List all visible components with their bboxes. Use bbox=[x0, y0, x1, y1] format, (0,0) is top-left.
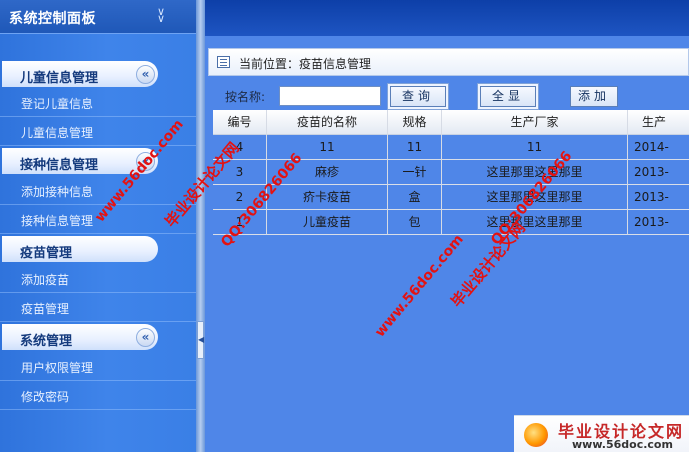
column-header[interactable]: 编号 bbox=[213, 110, 267, 135]
add-button[interactable]: 添加 bbox=[570, 86, 618, 107]
sidebar-item-vaccination-info[interactable]: 接种信息管理 bbox=[0, 205, 196, 234]
breadcrumb-text: 当前位置：疫苗信息管理 bbox=[239, 57, 372, 71]
search-input[interactable] bbox=[279, 86, 381, 106]
show-all-button[interactable]: 全显 bbox=[480, 86, 536, 107]
cell-production-date: 2013- bbox=[634, 190, 669, 204]
cell-spec: 包 bbox=[388, 210, 442, 235]
logo-mark-icon bbox=[524, 423, 548, 447]
table-row[interactable]: 4 11 11 11 2014- bbox=[213, 135, 689, 160]
section-vaccination-info[interactable]: 接种信息管理 « bbox=[2, 148, 158, 174]
search-label: 按名称: bbox=[225, 90, 266, 104]
logo-url: www.56doc.com bbox=[572, 438, 673, 451]
section-label: 接种信息管理 bbox=[20, 158, 99, 173]
cell-id: 2 bbox=[213, 185, 267, 210]
cell-manufacturer: 这里那里这里那里 bbox=[442, 185, 628, 210]
sidebar-item-add-vaccination[interactable]: 添加接种信息 bbox=[0, 176, 196, 205]
cell-spec: 盒 bbox=[388, 185, 442, 210]
column-header[interactable]: 规格 bbox=[388, 110, 442, 135]
breadcrumb: 当前位置：疫苗信息管理 bbox=[208, 48, 689, 76]
cell-production-date: 2014- bbox=[634, 140, 669, 154]
cell-production-date: 2013- bbox=[634, 165, 669, 179]
table-header-row: 编号 疫苗的名称 规格 生产厂家 生产 bbox=[213, 110, 689, 135]
table-row[interactable]: 3 麻疹 一针 这里那里这里那里 2013- bbox=[213, 160, 689, 185]
table-row[interactable]: 1 儿童疫苗 包 这里那里这里那里 2013- bbox=[213, 210, 689, 235]
double-chevron-left-icon[interactable]: « bbox=[136, 328, 155, 347]
cell-name: 11 bbox=[267, 135, 388, 160]
cell-production-date: 2013- bbox=[634, 215, 669, 229]
main-top-bar bbox=[205, 0, 689, 36]
section-vaccine-management[interactable]: 疫苗管理 bbox=[2, 236, 158, 262]
cell-spec: 11 bbox=[388, 135, 442, 160]
sidebar: 系统控制面板 ∨ ∨ 儿童信息管理 « 登记儿童信息 儿童信息管理 接种信息管理 … bbox=[0, 0, 196, 452]
cell-spec: 一针 bbox=[388, 160, 442, 185]
cell-id: 1 bbox=[213, 210, 267, 235]
splitter-toggle-arrow-icon[interactable]: ◀ bbox=[197, 321, 204, 359]
cell-manufacturer: 这里那里这里那里 bbox=[442, 160, 628, 185]
cell-id: 4 bbox=[213, 135, 267, 160]
column-header[interactable]: 疫苗的名称 bbox=[267, 110, 388, 135]
main-panel: 当前位置：疫苗信息管理 按名称: 查询 全显 添加 编号 疫苗的名称 规格 生产… bbox=[205, 0, 689, 452]
cell-id: 3 bbox=[213, 160, 267, 185]
sidebar-item-change-password[interactable]: 修改密码 bbox=[0, 381, 196, 410]
cell-name: 疥卡疫苗 bbox=[267, 185, 388, 210]
sidebar-item-vaccine-management[interactable]: 疫苗管理 bbox=[0, 293, 196, 322]
cell-manufacturer: 11 bbox=[442, 135, 628, 160]
sidebar-item-child-info[interactable]: 儿童信息管理 bbox=[0, 117, 196, 146]
site-logo: 毕业设计论文网 www.56doc.com bbox=[514, 415, 689, 452]
search-toolbar: 按名称: 查询 全显 添加 bbox=[225, 86, 689, 107]
cell-name: 儿童疫苗 bbox=[267, 210, 388, 235]
section-child-info[interactable]: 儿童信息管理 « bbox=[2, 61, 158, 87]
section-system-management[interactable]: 系统管理 « bbox=[2, 324, 158, 350]
document-icon bbox=[217, 56, 230, 68]
section-label: 疫苗管理 bbox=[20, 246, 73, 261]
sidebar-item-add-vaccine[interactable]: 添加疫苗 bbox=[0, 264, 196, 293]
splitter[interactable] bbox=[196, 0, 205, 452]
section-label: 儿童信息管理 bbox=[20, 71, 99, 86]
query-button[interactable]: 查询 bbox=[390, 86, 446, 107]
sidebar-item-user-permissions[interactable]: 用户权限管理 bbox=[0, 352, 196, 381]
double-chevron-left-icon[interactable]: « bbox=[136, 152, 155, 171]
section-label: 系统管理 bbox=[20, 334, 73, 349]
table-row[interactable]: 2 疥卡疫苗 盒 这里那里这里那里 2013- bbox=[213, 185, 689, 210]
sidebar-header: 系统控制面板 ∨ ∨ bbox=[0, 0, 196, 34]
cell-name: 麻疹 bbox=[267, 160, 388, 185]
double-chevron-down-icon[interactable]: ∨ ∨ bbox=[154, 6, 168, 24]
cell-manufacturer: 这里那里这里那里 bbox=[442, 210, 628, 235]
column-header[interactable]: 生产厂家 bbox=[442, 110, 628, 135]
column-header[interactable]: 生产 bbox=[628, 110, 689, 135]
sidebar-title: 系统控制面板 bbox=[9, 11, 96, 27]
double-chevron-left-icon[interactable]: « bbox=[136, 65, 155, 84]
sidebar-item-register-child[interactable]: 登记儿童信息 bbox=[0, 88, 196, 117]
